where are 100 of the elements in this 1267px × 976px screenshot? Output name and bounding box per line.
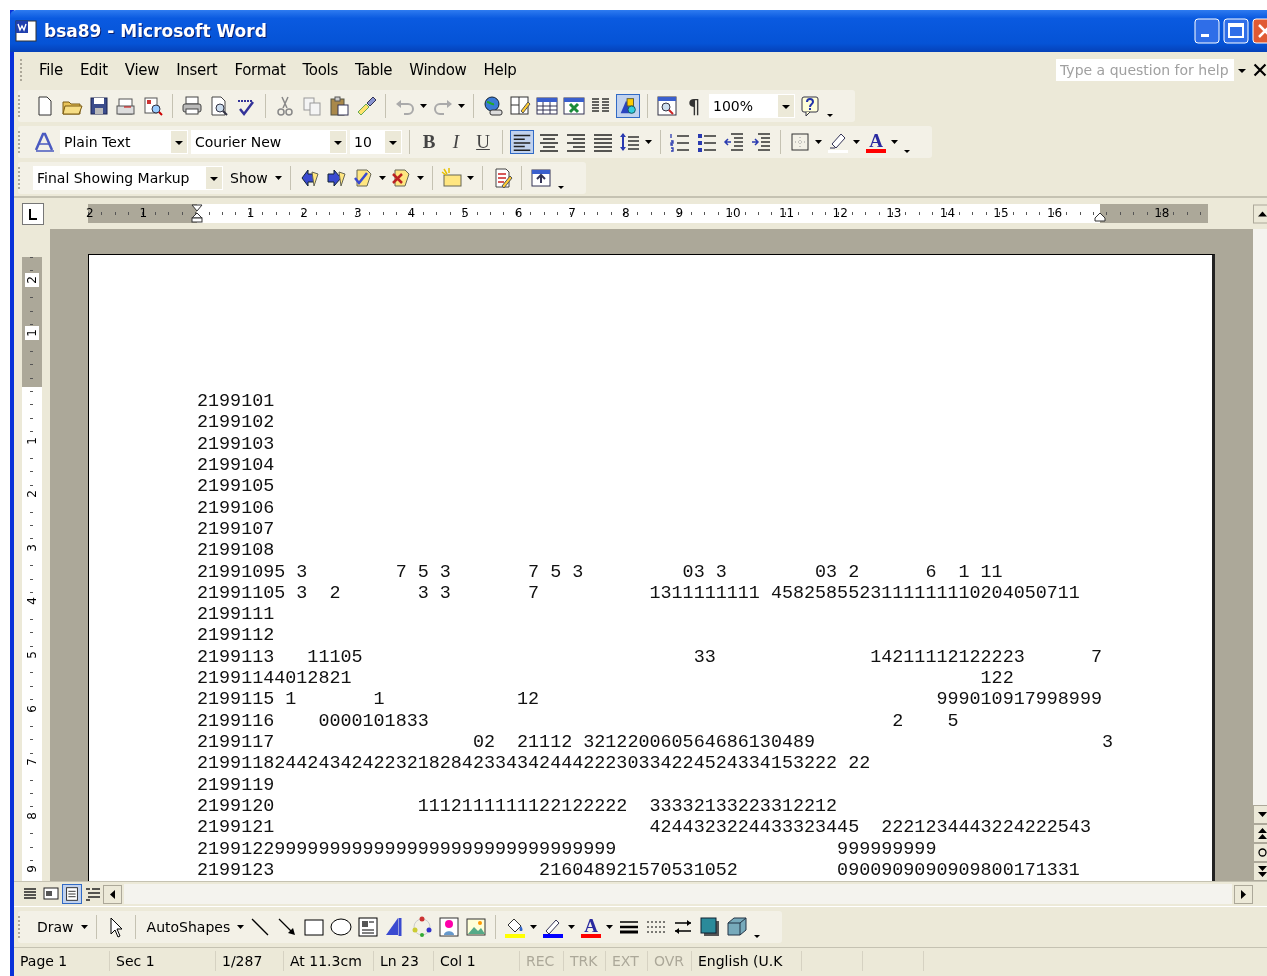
- ruler-number: 9: [674, 205, 685, 221]
- styles-icon[interactable]: [33, 130, 57, 154]
- text-line: 2199111: [197, 604, 276, 626]
- clip-art-icon[interactable]: [437, 915, 462, 939]
- next-page-button[interactable]: [1253, 862, 1267, 881]
- text-line: 2199112: [197, 625, 276, 647]
- ruler-number: 7: [567, 205, 577, 221]
- show-button[interactable]: Show: [226, 168, 272, 188]
- ruler-number: 18: [1153, 205, 1171, 221]
- ruler-number: 16: [1045, 205, 1064, 221]
- font-color-button[interactable]: A: [579, 915, 604, 939]
- text-line: 2199116 0000101833 2 5: [197, 710, 960, 732]
- status-field: Col 1: [434, 951, 520, 971]
- text-line: 2199101: [197, 391, 276, 413]
- scroll-up-button[interactable]: [1253, 202, 1267, 225]
- status-field: Page 1: [14, 951, 110, 971]
- previous-page-button[interactable]: [1253, 824, 1267, 843]
- text-line: 2199107: [197, 518, 276, 541]
- menu-item[interactable]: File: [32, 59, 70, 81]
- text-line: 21991144012821 122: [197, 668, 1015, 690]
- decrease-indent-icon[interactable]: [722, 130, 746, 154]
- text-line: 2199113 11105 33 14211112122223 7: [197, 646, 1103, 669]
- menu-item[interactable]: Tools: [295, 59, 345, 81]
- menu-item[interactable]: Table: [347, 59, 400, 81]
- reviewing-pane-icon[interactable]: [528, 166, 553, 190]
- menu-item[interactable]: View: [117, 59, 167, 81]
- save-icon[interactable]: [87, 94, 111, 118]
- text-line: 2199115 1 1 12 999010917998999: [197, 689, 1103, 711]
- ruler-number: 2: [299, 205, 309, 221]
- menu-item[interactable]: Help: [476, 59, 524, 81]
- 3d-box-icon[interactable]: [725, 915, 750, 939]
- app-icon: [14, 19, 38, 43]
- font-size-field[interactable]: 10: [350, 130, 402, 154]
- ruler-number: 14: [938, 205, 957, 221]
- bold-button[interactable]: B: [417, 130, 441, 154]
- document-map-icon[interactable]: [655, 94, 679, 118]
- status-field: EXT: [606, 951, 648, 971]
- italic-button[interactable]: I: [444, 130, 468, 154]
- help-search-field[interactable]: Type a question for help: [1056, 59, 1248, 81]
- zoom-field[interactable]: 100%: [709, 94, 795, 118]
- scroll-down-button[interactable]: [1253, 805, 1267, 824]
- draw-menu-button[interactable]: Draw: [33, 917, 78, 937]
- ruler-number: 12: [831, 205, 849, 221]
- menu-item[interactable]: Insert: [169, 59, 225, 81]
- autoshapes-menu-button[interactable]: AutoShapes: [142, 917, 235, 937]
- scroll-right-button[interactable]: [1234, 884, 1253, 904]
- text-line: 2199123 216048921570531052 0900909090909800171331: [197, 859, 1081, 881]
- ruler-number: 5: [460, 205, 470, 221]
- research-icon[interactable]: [141, 94, 165, 118]
- menu-item[interactable]: Window: [402, 59, 474, 81]
- print-layout-icon[interactable]: [62, 884, 82, 904]
- text-line: 2199119: [197, 774, 276, 796]
- caret-icon[interactable]: [171, 131, 187, 153]
- minimize-button[interactable]: [1194, 18, 1220, 44]
- maximize-button[interactable]: [1223, 18, 1249, 44]
- ruler-number: 3: [353, 205, 363, 221]
- status-field: English (U.K: [692, 951, 802, 971]
- spreadsheet-icon[interactable]: [562, 94, 586, 118]
- menu-item[interactable]: Format: [227, 59, 293, 81]
- text-line: 2199121 4244323224433323445 2221234443224222543: [197, 817, 1092, 839]
- style-field[interactable]: Plain Text: [60, 130, 188, 154]
- ruler-number: 8: [621, 205, 631, 221]
- text-line: 2199102: [197, 412, 276, 434]
- text-line: 2199108: [197, 540, 276, 562]
- caret-icon[interactable]: [385, 131, 401, 153]
- text-line: 2199106: [197, 497, 276, 519]
- help-icon[interactable]: [798, 94, 822, 118]
- display-mode-field[interactable]: Final Showing Markup: [33, 166, 223, 190]
- tab-selector-icon[interactable]: [22, 202, 44, 225]
- scroll-left-button[interactable]: [103, 884, 122, 904]
- underline-button[interactable]: U: [471, 130, 495, 154]
- caret-icon[interactable]: [206, 167, 222, 189]
- font-field[interactable]: Courier New: [191, 130, 347, 154]
- status-field: REC: [520, 951, 564, 971]
- browse-object-button[interactable]: [1253, 843, 1267, 862]
- indent-marker[interactable]: [191, 204, 203, 223]
- ruler-number: 1: [25, 326, 39, 341]
- ruler-number: 11: [777, 205, 796, 221]
- text-box-icon[interactable]: [356, 915, 381, 939]
- text-line: 2199120 1112111111122122222 33332133223312212: [197, 795, 839, 818]
- window-title: bsa89 - Microsoft Word: [44, 21, 267, 41]
- globe-icon[interactable]: [481, 94, 505, 118]
- print-icon[interactable]: [180, 94, 204, 118]
- table-icon[interactable]: [535, 94, 559, 118]
- oval-icon[interactable]: [329, 915, 354, 939]
- table-pencil-icon[interactable]: [508, 94, 532, 118]
- font-color-button[interactable]: A: [864, 130, 888, 154]
- drawing-toolbar-icon[interactable]: [616, 94, 640, 118]
- ruler-number: 13: [885, 205, 903, 221]
- picture-icon[interactable]: [464, 915, 489, 939]
- show-hide-button[interactable]: ¶: [682, 94, 706, 118]
- paste-icon[interactable]: [327, 94, 351, 118]
- caret-icon[interactable]: [778, 95, 794, 117]
- menu-item[interactable]: Edit: [72, 59, 115, 81]
- increase-indent-icon[interactable]: [749, 130, 773, 154]
- text-line: 21991229999999999999999999999999999999 999999999: [197, 838, 938, 860]
- caret-icon[interactable]: [330, 131, 346, 153]
- align-left-icon[interactable]: [510, 130, 534, 154]
- text-line: 21991095 3 7 5 3 7 5 3 03 3 03 2 6 1 11: [197, 561, 1004, 583]
- text-line: 2199103: [197, 433, 276, 455]
